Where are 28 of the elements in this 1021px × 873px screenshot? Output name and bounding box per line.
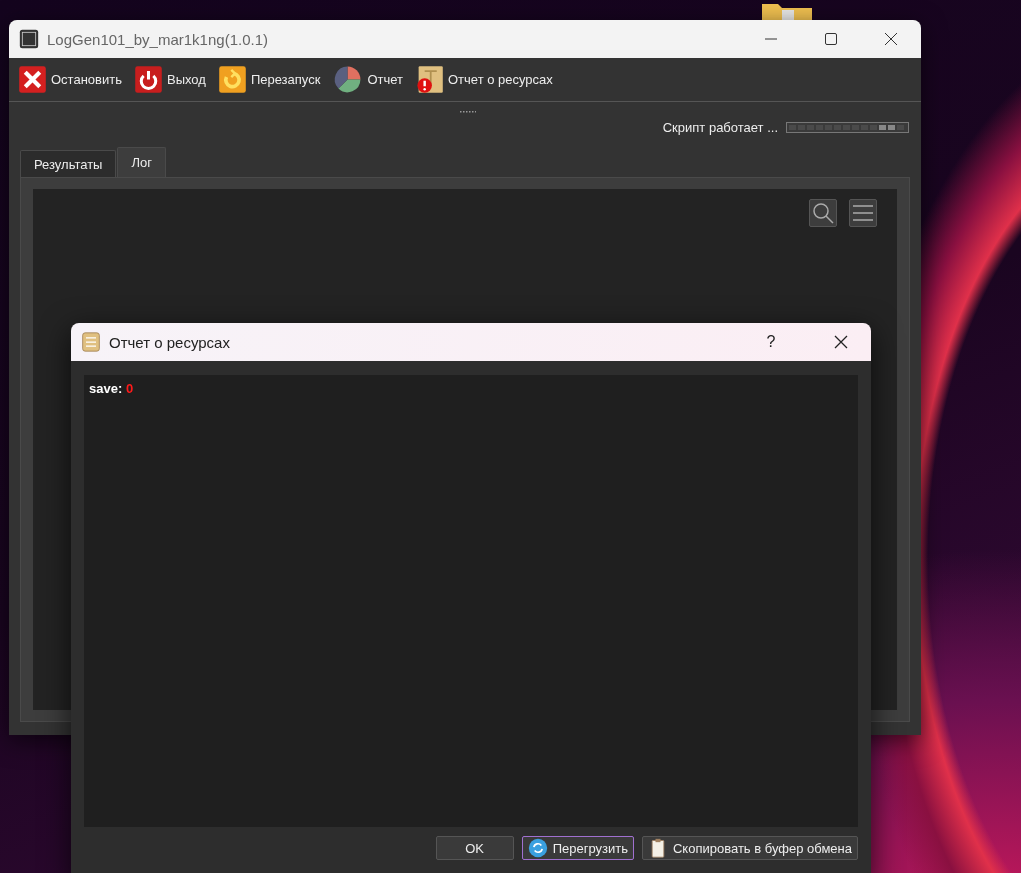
power-icon [133,65,163,94]
maximize-icon [825,33,837,45]
toolbar-button[interactable]: Выход [133,62,206,97]
close-icon [834,335,848,349]
toolbar-button[interactable]: Отчет [332,62,403,97]
splitter-handle-icon[interactable] [460,109,476,113]
toolbar-button[interactable]: Остановить [18,62,122,97]
x-mark-icon [18,65,47,94]
app-icon [19,29,39,49]
toolbar-button[interactable]: Перезапуск [217,62,321,97]
document-alert-icon [415,65,444,94]
dialog-button[interactable]: OK [435,836,514,860]
dialog-button[interactable]: Скопировать в буфер обмена [641,836,858,860]
list-icon [81,332,101,352]
close-icon [884,32,898,46]
tab[interactable]: Лог [117,147,166,177]
refresh-icon [217,65,247,94]
help-button[interactable]: ? [745,323,797,361]
dialog-button[interactable]: Перегрузить [521,836,634,860]
status-text: Скрипт работает ... [662,119,778,135]
toolbar-button[interactable]: Отчет о ресурсах [415,62,553,97]
dialog-title: Отчет о ресурсах [109,333,231,351]
refresh-icon [527,838,548,858]
report-line: save: 0 [89,381,135,396]
tab[interactable]: Результаты [20,150,117,177]
window-title: LogGen101_by_mar1k1ng(1.0.1) [47,30,269,48]
search-button[interactable] [809,199,837,227]
menu-button[interactable] [849,199,877,227]
